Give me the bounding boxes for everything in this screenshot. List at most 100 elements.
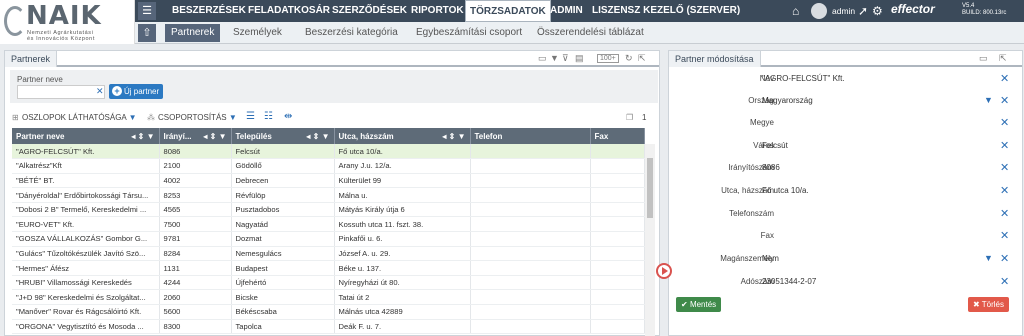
table-cell: 4244 xyxy=(159,275,232,291)
nav-feladatkosar[interactable]: FELADATKOSÁR xyxy=(244,0,334,22)
filter-icon[interactable]: ▼ xyxy=(550,53,559,63)
clear-field-icon[interactable]: ✕ xyxy=(1000,161,1009,174)
layout-icon[interactable]: ▭ xyxy=(538,53,547,64)
dropdown-icon[interactable]: ▼ xyxy=(984,253,993,263)
clear-field-icon[interactable]: ✕ xyxy=(1000,72,1009,85)
col-header-telefon[interactable]: Telefon xyxy=(470,128,591,144)
clear-field-icon[interactable]: ✕ xyxy=(1000,252,1009,265)
avatar[interactable] xyxy=(811,3,827,19)
pin-icon[interactable]: ⇧ xyxy=(138,24,156,42)
table-row[interactable]: "HRUBI" Villamossági Kereskedés 4244 Újfeh… xyxy=(12,275,645,291)
table-cell: Nagyatád xyxy=(231,216,335,233)
nav-beszerzesek[interactable]: BESZERZÉSEK xyxy=(168,0,250,22)
collapse-all-icon[interactable]: ☷ xyxy=(264,111,273,122)
save-button[interactable]: ✔ Mentés xyxy=(676,297,722,312)
user-name[interactable]: admin xyxy=(832,0,855,22)
nav-riportok[interactable]: RIPORTOK xyxy=(407,0,468,22)
col-header-utca[interactable]: Utca, házszám ◂ ⇕ ▼ xyxy=(334,128,471,144)
nav-liszensz[interactable]: LISZENSZ KEZELŐ (SZERVER) xyxy=(588,0,744,22)
table-cell: "GOSZA VÁLLALKOZÁS" Gombor G... xyxy=(12,231,160,247)
columns-visibility-button[interactable]: OSZLOPOK LÁTHATÓSÁGA ▼ xyxy=(22,113,136,122)
field-input[interactable]: Felcsút xyxy=(762,141,788,150)
table-cell: "HRUBI" Villamossági Kereskedés xyxy=(12,275,160,291)
table-row[interactable]: "Hermes" Áfész 1131 Budapest Béke u. 137. xyxy=(12,260,645,276)
clear-filter-icon[interactable]: ✕ xyxy=(96,86,104,97)
sort-filter-icon[interactable]: ◂ ⇕ ▼ xyxy=(306,132,329,141)
dropdown-icon[interactable]: ▼ xyxy=(984,95,993,105)
tab-partnerek[interactable]: Partnerek xyxy=(165,24,221,42)
export-icon[interactable]: ▤ xyxy=(575,53,584,64)
naik-logo[interactable]: NAIK Nemzeti Agrárkutatási és Innovációs… xyxy=(0,0,135,44)
new-partner-button[interactable]: + Új partner xyxy=(109,84,164,99)
field-input[interactable]: Magyarország xyxy=(762,96,813,105)
refresh-icon[interactable]: ↻ xyxy=(625,53,633,64)
table-row[interactable]: "J+D 98" Kereskedelmi és Szolgáltat... 20… xyxy=(12,289,645,306)
clear-field-icon[interactable]: ✕ xyxy=(1000,139,1009,152)
rocket-icon[interactable]: ➚ xyxy=(858,4,868,18)
table-cell: 4565 xyxy=(159,202,232,218)
nav-admin[interactable]: ADMIN xyxy=(546,0,587,22)
field-input[interactable]: Fő utca 10/a. xyxy=(762,186,809,195)
field-input[interactable]: Nem xyxy=(762,254,779,263)
column-fit-icon[interactable]: ⇹ xyxy=(284,111,292,122)
scrollbar-thumb[interactable] xyxy=(647,158,653,218)
tab-osszerendelesi-tablazat[interactable]: Összerendelési táblázat xyxy=(537,22,644,44)
table-row[interactable]: "Gulács" Tűzoltókészülék Javító Szö... 82… xyxy=(12,246,645,262)
col-header-iranyitoszam[interactable]: Irányí... ◂ ⇕ ▼ xyxy=(159,128,232,144)
clear-field-icon[interactable]: ✕ xyxy=(1000,94,1009,107)
table-cell: 8300 xyxy=(159,319,232,335)
paging-size[interactable]: 100+ xyxy=(597,54,619,63)
field-input[interactable]: "AGRO-FELCSÚT" Kft. xyxy=(762,74,845,83)
tab-egybeszamitasi-csoport[interactable]: Egybeszámítási csoport xyxy=(416,22,522,44)
expand-panel-icon[interactable] xyxy=(656,263,672,279)
logo-line2: és Innovációs Központ xyxy=(27,36,95,42)
table-cell: Nemesgulács xyxy=(231,246,335,262)
nav-torzsadatok[interactable]: TÖRZSADATOK xyxy=(465,0,551,22)
sort-filter-icon[interactable]: ◂ ⇕ ▼ xyxy=(442,132,465,141)
table-scrollbar[interactable] xyxy=(645,144,655,336)
tab-beszerzesi-kategoria[interactable]: Beszerzési kategória xyxy=(305,22,398,44)
table-cell: "Manőver" Rovar és Rágcsálóirtó Kft. xyxy=(12,304,160,320)
tab-szemelyek[interactable]: Személyek xyxy=(233,22,282,44)
layout-icon[interactable]: ▭ xyxy=(979,53,988,64)
fullscreen-icon[interactable]: ⇱ xyxy=(638,53,646,64)
table-cell: Arany J.u. 12/a. xyxy=(334,158,471,174)
table-cell: Mátyás Király útja 6 xyxy=(334,202,471,218)
table-cell: Gödöllő xyxy=(231,158,335,174)
table-cell: Pinkafői u. 6. xyxy=(334,231,471,247)
clear-field-icon[interactable]: ✕ xyxy=(1000,275,1009,288)
clear-field-icon[interactable]: ✕ xyxy=(1000,116,1009,129)
nav-szerzodesek[interactable]: SZERZŐDÉSEK xyxy=(328,0,411,22)
delete-button[interactable]: ✖ Törlés xyxy=(968,297,1010,312)
sort-filter-icon[interactable]: ◂ ⇕ ▼ xyxy=(131,132,154,141)
field-input[interactable]: 23051344-2-07 xyxy=(762,277,816,286)
filter-clear-icon[interactable]: ⊽ xyxy=(562,53,569,64)
table-row[interactable]: "ORGONA" Vegytisztító és Mosoda ... 8300 T… xyxy=(12,319,645,335)
clear-field-icon[interactable]: ✕ xyxy=(1000,229,1009,242)
clear-field-icon[interactable]: ✕ xyxy=(1000,207,1009,220)
sort-filter-icon[interactable]: ◂ ⇕ ▼ xyxy=(203,132,226,141)
fullscreen-icon[interactable]: ⇱ xyxy=(999,53,1007,64)
table-row[interactable]: "GOSZA VÁLLALKOZÁS" Gombor G... 9781 Dozma… xyxy=(12,231,645,247)
field-input[interactable]: 8086 xyxy=(762,163,780,172)
grouping-button[interactable]: CSOPORTOSÍTÁS ▼ xyxy=(158,113,237,122)
table-cell: "J+D 98" Kereskedelmi és Szolgáltat... xyxy=(12,289,160,306)
gear-icon[interactable]: ⚙ xyxy=(872,4,883,18)
table-row[interactable]: "EURO-VET" Kft. 7500 Nagyatád Kossuth utca … xyxy=(12,216,645,233)
clear-field-icon[interactable]: ✕ xyxy=(1000,184,1009,197)
home-icon[interactable]: ⌂ xyxy=(792,4,799,18)
col-header-telepules[interactable]: Település ◂ ⇕ ▼ xyxy=(231,128,335,144)
partner-name-filter-input[interactable] xyxy=(17,85,105,99)
col-header-fax[interactable]: Fax xyxy=(590,128,645,144)
table-row[interactable]: "Manőver" Rovar és Rágcsálóirtó Kft. 5600… xyxy=(12,304,645,320)
col-header-partner-neve[interactable]: Partner neve ◂ ⇕ ▼ xyxy=(12,128,160,144)
menu-icon[interactable]: ☰ xyxy=(138,2,156,20)
table-row[interactable]: "AGRO-FELCSÚT" Kft. 8086 Felcsút Fő utca 10… xyxy=(12,144,645,160)
sub-nav-bar: ⇧ Partnerek Személyek Beszerzési kategór… xyxy=(135,22,1024,44)
table-row[interactable]: "BÉTÉ" BT. 4002 Debrecen Külterület 99 xyxy=(12,173,645,189)
table-row[interactable]: "Alkatrész"Kft 2100 Gödöllő Arany J.u. 12/a… xyxy=(12,158,645,174)
table-row[interactable]: "Dobosi 2 B" Termelő, Kereskedelmi ... 45… xyxy=(12,202,645,218)
table-cell: "Alkatrész"Kft xyxy=(12,158,160,174)
expand-all-icon[interactable]: ☰ xyxy=(246,111,255,122)
table-row[interactable]: "Dányéroldal" Erdőbirtokossági Társu... 8… xyxy=(12,187,645,203)
